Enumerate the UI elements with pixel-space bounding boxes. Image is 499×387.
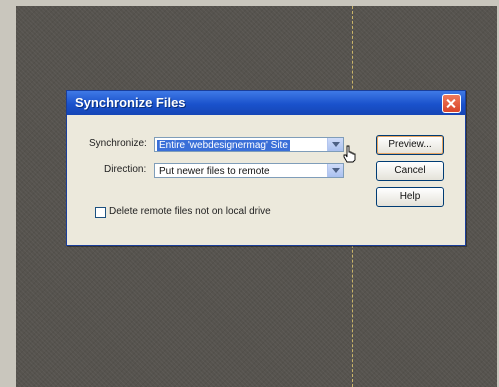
direction-value: Put newer files to remote: [159, 166, 270, 177]
delete-remote-label: Delete remote files not on local drive: [109, 206, 271, 217]
close-icon[interactable]: [442, 94, 461, 113]
synchronize-select[interactable]: Entire 'webdesignermag' Site: [154, 137, 344, 152]
synchronize-files-dialog: Synchronize Files Synchronize: Entire 'w…: [66, 90, 466, 246]
chevron-down-icon[interactable]: [327, 138, 343, 151]
dialog-title: Synchronize Files: [75, 95, 186, 110]
hand-pointer-icon: [343, 145, 356, 163]
preview-button[interactable]: Preview...: [376, 135, 444, 155]
synchronize-value: Entire 'webdesignermag' Site: [157, 140, 290, 151]
cancel-button[interactable]: Cancel: [376, 161, 444, 181]
delete-remote-checkbox[interactable]: [95, 207, 106, 218]
chevron-down-icon[interactable]: [327, 164, 343, 177]
dialog-titlebar[interactable]: Synchronize Files: [67, 91, 465, 115]
synchronize-label: Synchronize:: [89, 138, 147, 149]
help-button[interactable]: Help: [376, 187, 444, 207]
direction-label: Direction:: [104, 164, 147, 175]
direction-select[interactable]: Put newer files to remote: [154, 163, 344, 178]
